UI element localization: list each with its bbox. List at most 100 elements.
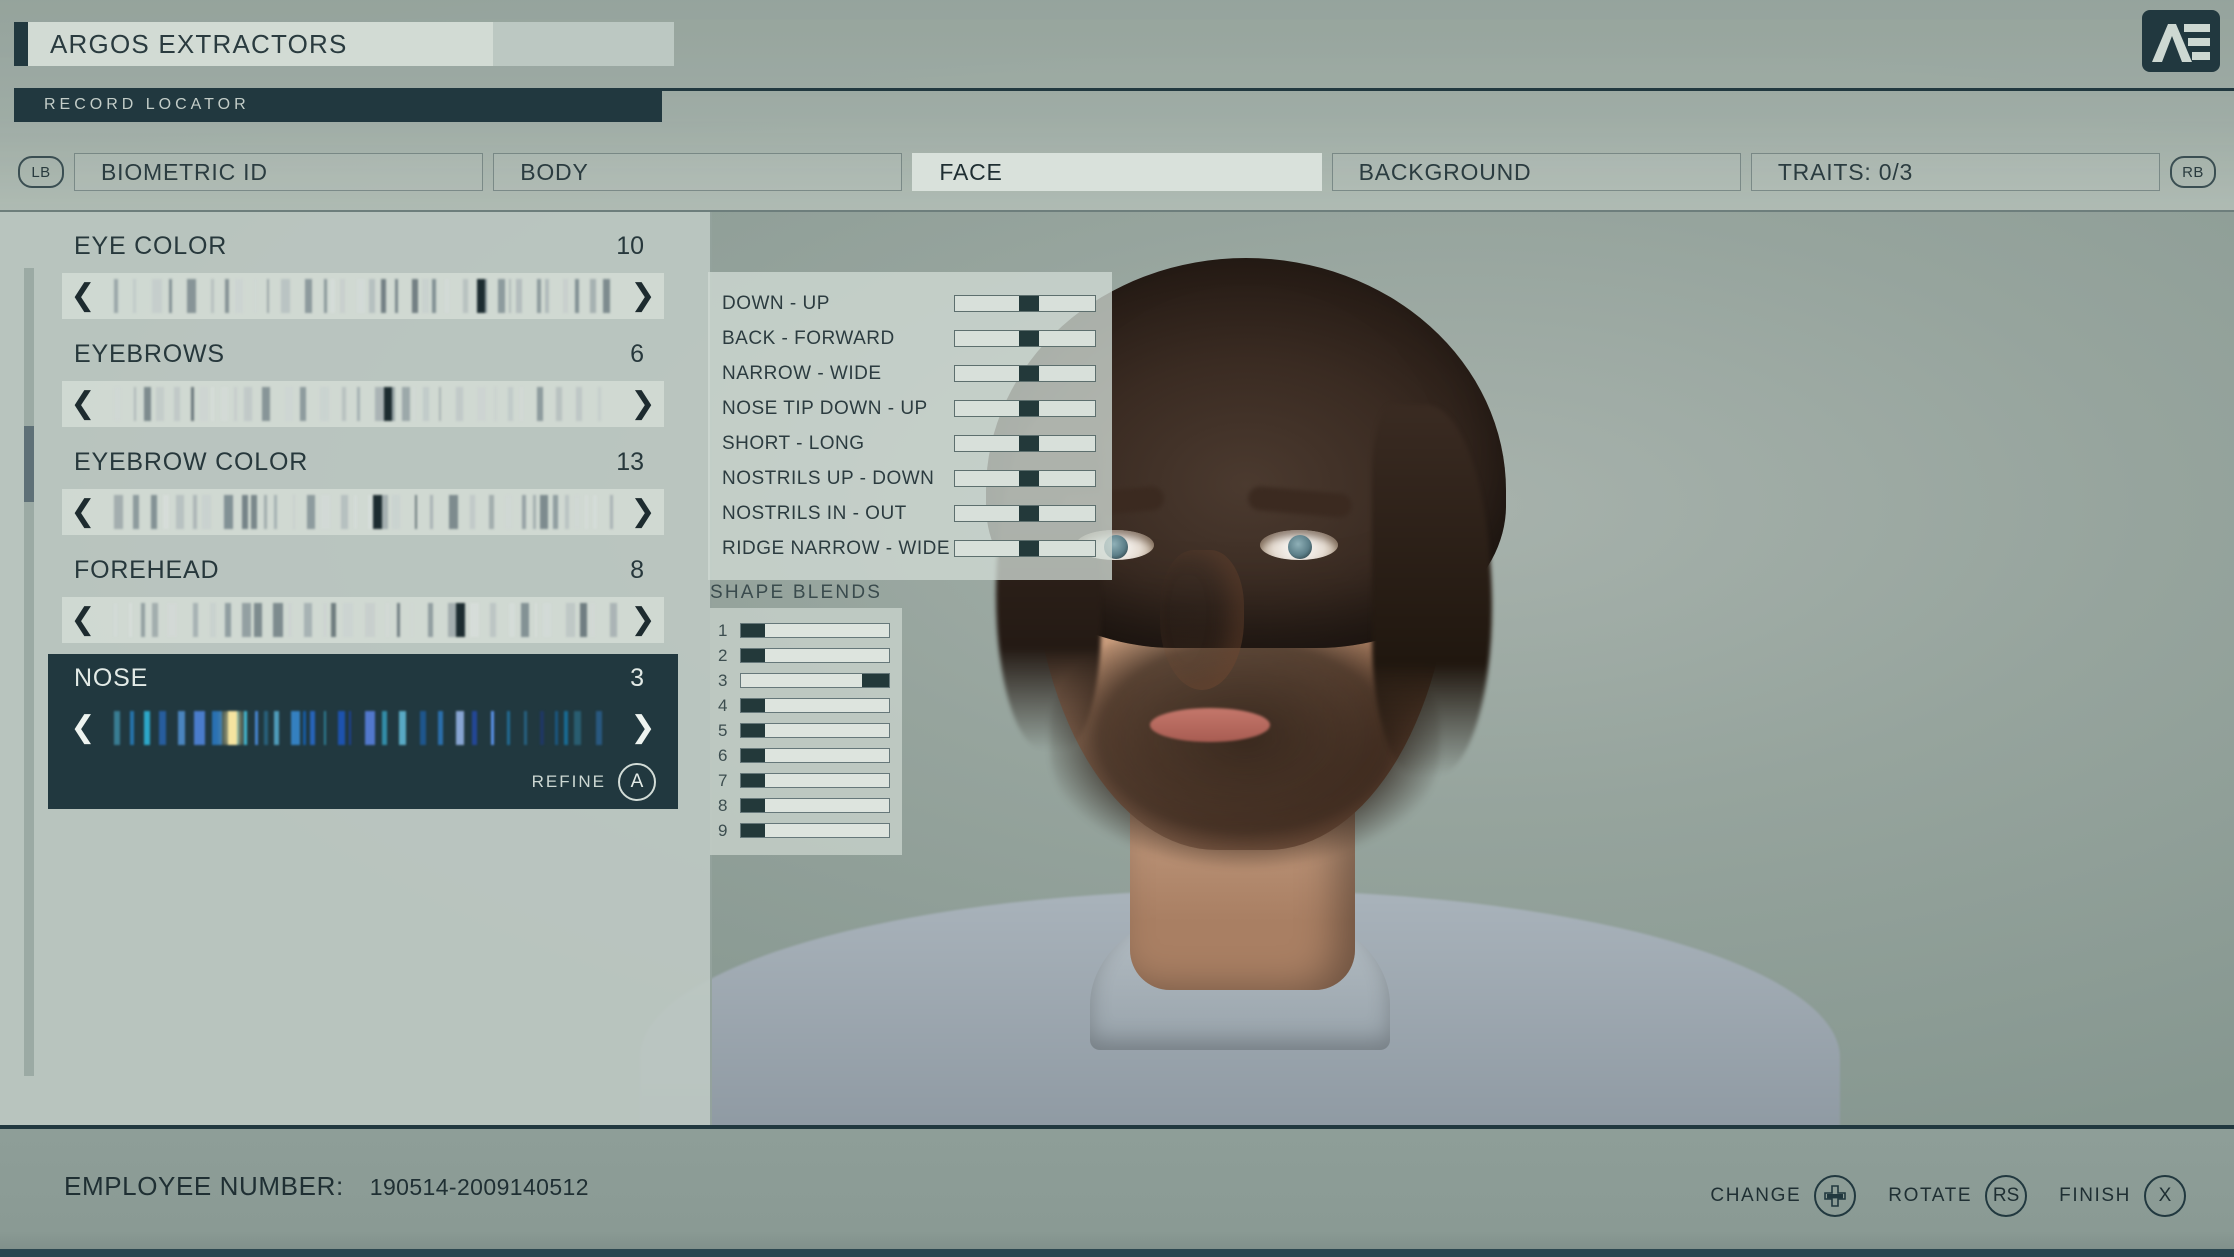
shape-blend-bar[interactable] [740, 748, 890, 763]
param-bar[interactable] [954, 400, 1096, 417]
param-bar[interactable] [954, 330, 1096, 347]
slider-track[interactable] [104, 495, 622, 529]
right-stick-icon[interactable]: RS [1985, 1175, 2028, 1217]
slider-tick [540, 711, 544, 745]
shape-blend-bar[interactable] [740, 798, 890, 813]
shape-blend-row[interactable]: 4 [718, 693, 890, 718]
slider-tick [285, 387, 294, 421]
slider-marker [476, 279, 486, 313]
slider-next-arrow-icon[interactable]: ❯ [622, 389, 664, 419]
scrollbar-track[interactable] [24, 268, 34, 1076]
param-bar[interactable] [954, 505, 1096, 522]
param-bar[interactable] [954, 540, 1096, 557]
param-bar[interactable] [954, 435, 1096, 452]
scrollbar-thumb[interactable] [24, 426, 34, 502]
slider-prev-arrow-icon[interactable]: ❮ [62, 389, 104, 419]
dpad-icon[interactable] [1814, 1175, 1857, 1217]
slider-row-nose[interactable]: NOSE 3 ❮ ❯ REFINE A [48, 654, 678, 809]
slider-control[interactable]: ❮ ❯ [62, 705, 664, 751]
shape-blend-bar[interactable] [740, 773, 890, 788]
param-row[interactable]: NOSE TIP DOWN - UP [722, 391, 1096, 426]
shape-blend-bar-fill [741, 799, 765, 812]
slider-prev-arrow-icon[interactable]: ❮ [62, 281, 104, 311]
record-locator-bar: RECORD LOCATOR [14, 88, 662, 122]
param-row[interactable]: SHORT - LONG [722, 426, 1096, 461]
shape-blend-row[interactable]: 2 [718, 643, 890, 668]
shape-blend-bar[interactable] [740, 673, 890, 688]
slider-next-arrow-icon[interactable]: ❯ [622, 605, 664, 635]
shape-blend-index: 4 [718, 695, 728, 715]
control-hint[interactable]: ROTATE RS [1888, 1175, 2028, 1217]
slider-row-eyebrow-color[interactable]: EYEBROW COLOR 13 ❮ ❯ [48, 438, 678, 535]
param-row[interactable]: NOSTRILS IN - OUT [722, 496, 1096, 531]
slider-track[interactable] [104, 711, 622, 745]
slider-tick [471, 711, 478, 745]
tab-biometric-id[interactable]: BIOMETRIC ID [74, 153, 484, 191]
shape-blend-index: 6 [718, 745, 728, 765]
shape-blend-row[interactable]: 9 [718, 818, 890, 843]
slider-next-arrow-icon[interactable]: ❯ [622, 281, 664, 311]
x-button-icon[interactable]: X [2144, 1175, 2186, 1217]
slider-tick [555, 711, 558, 745]
slider-row-eye-color[interactable]: EYE COLOR 10 ❮ ❯ [48, 222, 678, 319]
shape-blend-bar[interactable] [740, 698, 890, 713]
slider-row-eyebrows[interactable]: EYEBROWS 6 ❮ ❯ [48, 330, 678, 427]
control-hint[interactable]: FINISH X [2059, 1175, 2186, 1217]
slider-tick [589, 279, 597, 313]
shape-blend-bar[interactable] [740, 723, 890, 738]
slider-prev-arrow-icon[interactable]: ❮ [62, 605, 104, 635]
shape-blend-row[interactable]: 7 [718, 768, 890, 793]
slider-control[interactable]: ❮ ❯ [62, 381, 664, 427]
slider-track[interactable] [104, 603, 622, 637]
param-bar[interactable] [954, 295, 1096, 312]
shape-blend-row[interactable]: 1 [718, 618, 890, 643]
right-bumper-button[interactable]: RB [2170, 156, 2217, 188]
shape-blend-row[interactable]: 3 [718, 668, 890, 693]
character-nose [1160, 550, 1244, 690]
slider-track[interactable] [104, 387, 622, 421]
tab-label: BIOMETRIC ID [101, 158, 268, 185]
tab-background[interactable]: BACKGROUND [1331, 153, 1741, 191]
slider-header: EYE COLOR 10 [48, 232, 678, 261]
param-row[interactable]: BACK - FORWARD [722, 321, 1096, 356]
slider-tick [565, 603, 576, 637]
param-bar[interactable] [954, 365, 1096, 382]
param-bar[interactable] [954, 470, 1096, 487]
tab-face[interactable]: FACE [912, 153, 1322, 191]
param-row[interactable]: RIDGE NARROW - WIDE [722, 531, 1096, 566]
slider-row-forehead[interactable]: FOREHEAD 8 ❮ ❯ [48, 546, 678, 643]
slider-tick [609, 495, 613, 529]
slider-prev-arrow-icon[interactable]: ❮ [62, 497, 104, 527]
shape-blend-row[interactable]: 5 [718, 718, 890, 743]
slider-marker [228, 711, 237, 745]
param-bar-fill [1019, 331, 1039, 346]
slider-value: 6 [630, 340, 644, 368]
slider-next-arrow-icon[interactable]: ❯ [622, 713, 664, 743]
param-label: SHORT - LONG [722, 432, 865, 454]
param-row[interactable]: NOSTRILS UP - DOWN [722, 461, 1096, 496]
slider-tick [589, 603, 595, 637]
control-hint[interactable]: CHANGE [1710, 1175, 1857, 1217]
tab-body[interactable]: BODY [493, 153, 903, 191]
shape-blend-bar[interactable] [740, 648, 890, 663]
shape-blend-bar[interactable] [740, 823, 890, 838]
slider-tick [114, 279, 119, 313]
param-row[interactable]: NARROW - WIDE [722, 356, 1096, 391]
shape-blend-row[interactable]: 6 [718, 743, 890, 768]
slider-track[interactable] [104, 279, 622, 313]
slider-control[interactable]: ❮ ❯ [62, 489, 664, 535]
shape-blend-row[interactable]: 8 [718, 793, 890, 818]
slider-value: 13 [616, 448, 644, 476]
param-row[interactable]: DOWN - UP [722, 286, 1096, 321]
slider-prev-arrow-icon[interactable]: ❮ [62, 713, 104, 743]
slider-tick [543, 603, 551, 637]
slider-control[interactable]: ❮ ❯ [62, 273, 664, 319]
left-bumper-button[interactable]: LB [18, 156, 64, 188]
slider-next-arrow-icon[interactable]: ❯ [622, 497, 664, 527]
refine-hint[interactable]: REFINE A [48, 751, 678, 801]
slider-value: 3 [630, 664, 644, 692]
a-button-icon[interactable]: A [618, 763, 656, 801]
tab-traits[interactable]: TRAITS: 0/3 [1750, 153, 2161, 191]
shape-blend-bar[interactable] [740, 623, 890, 638]
slider-control[interactable]: ❮ ❯ [62, 597, 664, 643]
